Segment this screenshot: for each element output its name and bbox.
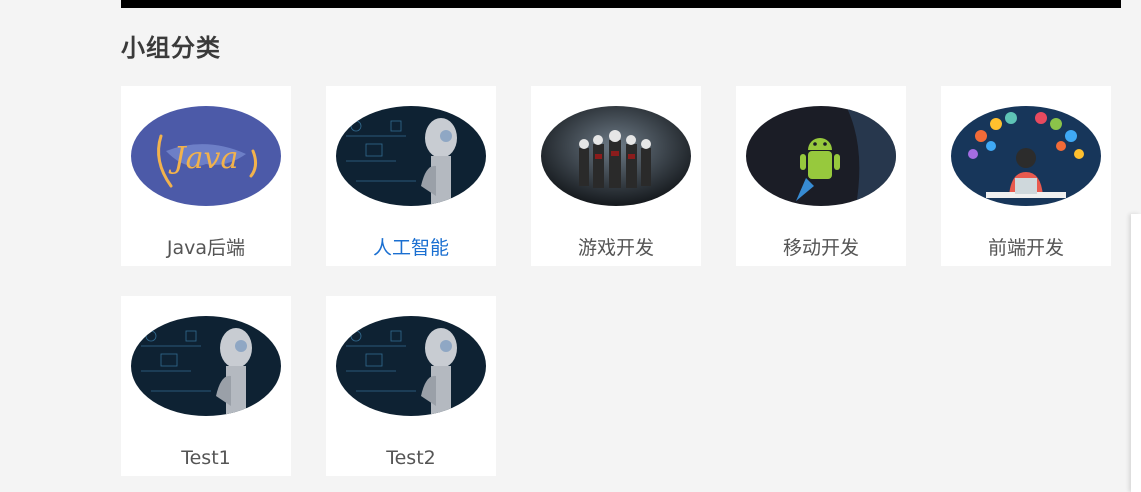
top-banner-bar [121,0,1121,8]
ai-robot-image [336,316,486,416]
group-card-label: Test2 [386,447,436,469]
group-card-label: 前端开发 [987,237,1064,259]
frontend-developer-image [951,106,1101,206]
group-card-label: 人工智能 [372,237,449,259]
group-card-game[interactable]: 游戏开发 [531,86,701,266]
game-characters-image [541,106,691,206]
group-card-frontend[interactable]: 前端开发 [941,86,1111,266]
group-card-label: Java后端 [166,237,246,259]
group-card-java[interactable]: Java Java后端 [121,86,291,266]
section-title: 小组分类 [121,33,221,62]
ai-robot-image [131,316,281,416]
group-card-ai[interactable]: 人工智能 [326,86,496,266]
group-card-label: 游戏开发 [577,237,654,259]
group-card-test2[interactable]: Test2 [326,296,496,476]
java-logo-text: Java [168,141,239,176]
side-panel-edge [1131,214,1141,492]
group-card-mobile[interactable]: 移动开发 [736,86,906,266]
group-card-label: Test1 [181,447,231,469]
group-card-label: 移动开发 [782,237,859,259]
android-rocket-image [746,106,896,206]
group-card-test1[interactable]: Test1 [121,296,291,476]
ai-robot-image [336,106,486,206]
java-logo-image: Java [131,106,281,206]
